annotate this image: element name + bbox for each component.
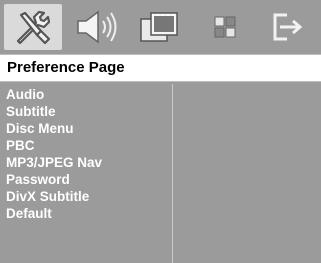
menu-item-divx-subtitle[interactable]: DivX Subtitle bbox=[6, 188, 170, 205]
page-title-bar: Preference Page bbox=[0, 54, 321, 82]
menu-item-pbc[interactable]: PBC bbox=[6, 137, 170, 154]
menu-item-subtitle[interactable]: Subtitle bbox=[6, 103, 170, 120]
exit-icon[interactable] bbox=[258, 4, 316, 50]
preference-setup-icon[interactable] bbox=[196, 4, 254, 50]
general-setup-icon[interactable] bbox=[4, 4, 62, 50]
menu-list: Audio Subtitle Disc Menu PBC MP3/JPEG Na… bbox=[6, 86, 170, 222]
column-divider bbox=[172, 84, 173, 263]
audio-setup-icon[interactable] bbox=[67, 4, 125, 50]
setup-menu: Preference Page Audio Subtitle Disc Menu… bbox=[0, 0, 321, 263]
menu-item-password[interactable]: Password bbox=[6, 171, 170, 188]
menu-item-default[interactable]: Default bbox=[6, 205, 170, 222]
video-setup-icon[interactable] bbox=[131, 4, 189, 50]
menu-item-disc-menu[interactable]: Disc Menu bbox=[6, 120, 170, 137]
menu-item-audio[interactable]: Audio bbox=[6, 86, 170, 103]
setup-tab-bar bbox=[0, 0, 321, 52]
page-title: Preference Page bbox=[7, 59, 125, 76]
menu-item-mp3-jpeg-nav[interactable]: MP3/JPEG Nav bbox=[6, 154, 170, 171]
